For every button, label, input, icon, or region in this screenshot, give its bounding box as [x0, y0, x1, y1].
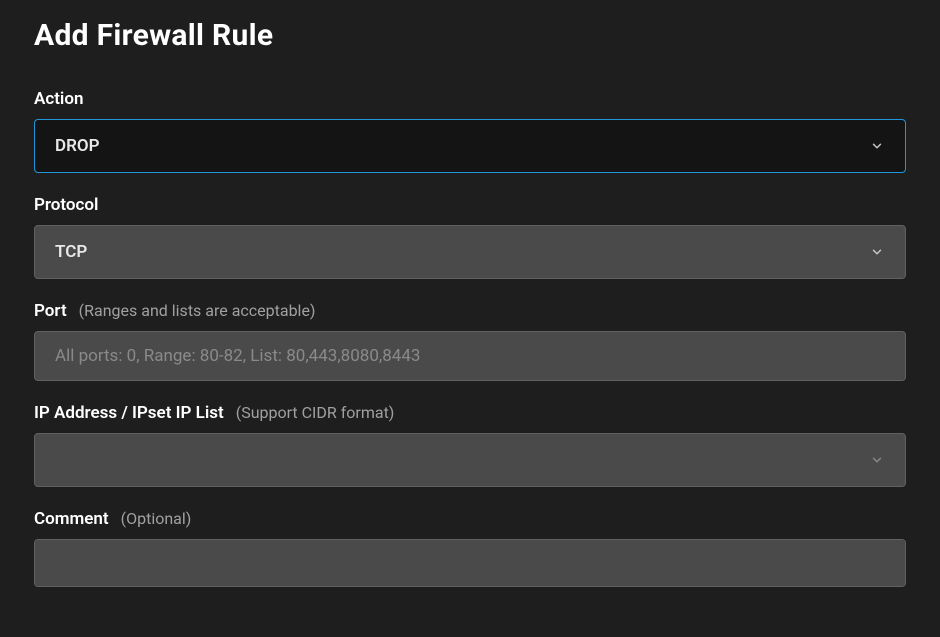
port-hint: (Ranges and lists are acceptable) [79, 301, 316, 320]
port-field-group: Port (Ranges and lists are acceptable) [34, 301, 906, 381]
protocol-field-group: Protocol TCP [34, 195, 906, 279]
protocol-select[interactable]: TCP [34, 225, 906, 279]
protocol-select-value: TCP [55, 242, 87, 262]
action-field-group: Action DROP [34, 89, 906, 173]
action-select[interactable]: DROP [34, 119, 906, 173]
comment-hint: (Optional) [121, 509, 192, 528]
protocol-label: Protocol [34, 195, 98, 215]
action-select-value: DROP [55, 136, 100, 156]
page-title: Add Firewall Rule [34, 18, 906, 53]
action-label: Action [34, 89, 83, 109]
port-input[interactable] [34, 331, 906, 381]
ip-label: IP Address / IPset IP List [34, 403, 224, 423]
comment-input[interactable] [34, 539, 906, 587]
ip-hint: (Support CIDR format) [236, 403, 395, 422]
comment-label: Comment [34, 509, 109, 529]
port-label: Port [34, 301, 67, 321]
ip-select[interactable] [34, 433, 906, 487]
comment-field-group: Comment (Optional) [34, 509, 906, 591]
ip-field-group: IP Address / IPset IP List (Support CIDR… [34, 403, 906, 487]
